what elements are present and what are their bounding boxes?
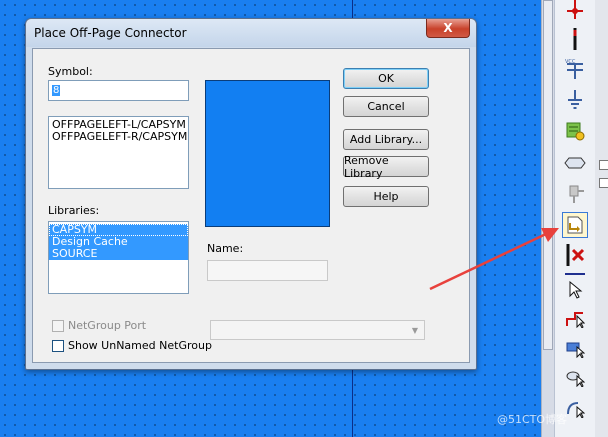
vertical-scrollbar[interactable] xyxy=(541,0,555,437)
panel-checkbox[interactable] xyxy=(599,178,608,188)
place-pin-icon[interactable] xyxy=(562,181,588,207)
symbol-input-value: 8 xyxy=(52,85,61,96)
symbol-list[interactable]: OFFPAGELEFT-L/CAPSYM OFFPAGELEFT-R/CAPSY… xyxy=(48,116,189,189)
draw-toolbar: VCC xyxy=(554,0,595,437)
show-unnamed-netgroup-checkbox[interactable] xyxy=(52,340,64,352)
libraries-label: Libraries: xyxy=(48,204,100,217)
name-label: Name: xyxy=(207,242,244,255)
svg-text:VCC: VCC xyxy=(565,59,576,65)
place-hierarchical-block-icon[interactable] xyxy=(562,118,588,144)
dialog-title: Place Off-Page Connector xyxy=(34,26,187,40)
place-power-icon[interactable]: VCC xyxy=(562,56,588,82)
place-ground-icon[interactable] xyxy=(562,87,588,113)
cancel-button[interactable]: Cancel xyxy=(343,96,429,117)
ok-button[interactable]: OK xyxy=(343,68,429,89)
scrollbar-thumb[interactable] xyxy=(543,0,553,350)
netgroup-port-label: NetGroup Port xyxy=(68,319,147,332)
library-item-source[interactable]: SOURCE xyxy=(49,248,188,260)
toolbar-separator xyxy=(565,273,585,275)
help-button[interactable]: Help xyxy=(343,186,429,207)
side-panel-edge xyxy=(595,0,608,437)
libraries-list[interactable]: CAPSYM Design Cache SOURCE xyxy=(48,221,189,294)
close-button[interactable]: X xyxy=(426,19,470,38)
show-unnamed-netgroup-label: Show UnNamed NetGroup xyxy=(68,339,212,352)
watermark-text: @51CTO博客 xyxy=(497,413,568,426)
place-off-page-connector-dialog: Place Off-Page Connector X Symbol: 8 OFF… xyxy=(25,18,477,370)
place-polyline-icon[interactable] xyxy=(562,306,588,332)
chevron-down-icon[interactable]: ▼ xyxy=(408,323,422,337)
remove-library-button[interactable]: Remove Library xyxy=(343,154,429,180)
netgroup-combobox[interactable]: ▼ xyxy=(210,320,425,340)
close-icon: X xyxy=(443,21,453,35)
name-input[interactable] xyxy=(207,260,328,281)
place-no-connect-icon[interactable] xyxy=(562,242,588,268)
netgroup-port-checkbox[interactable] xyxy=(52,320,64,332)
symbol-label: Symbol: xyxy=(48,65,93,78)
select-arrow-icon[interactable] xyxy=(562,277,588,303)
place-port-icon[interactable] xyxy=(562,150,588,176)
symbol-list-item[interactable]: OFFPAGELEFT-R/CAPSYM xyxy=(49,131,188,143)
panel-checkbox[interactable] xyxy=(599,160,608,170)
place-ellipse-icon[interactable] xyxy=(562,365,588,391)
add-library-button[interactable]: Add Library... xyxy=(343,129,429,150)
dialog-body: Symbol: 8 OFFPAGELEFT-L/CAPSYM OFFPAGELE… xyxy=(32,48,470,363)
dialog-titlebar[interactable]: Place Off-Page Connector X xyxy=(26,19,476,47)
place-wire-end-icon[interactable] xyxy=(562,26,588,52)
schematic-canvas[interactable]: { "dialog": { "title": "Place Off-Page C… xyxy=(0,0,608,437)
place-junction-icon[interactable] xyxy=(562,0,588,22)
place-rectangle-icon[interactable] xyxy=(562,336,588,362)
place-off-page-connector-icon[interactable] xyxy=(562,212,588,238)
symbol-preview xyxy=(205,80,330,227)
symbol-input[interactable]: 8 xyxy=(48,80,189,101)
